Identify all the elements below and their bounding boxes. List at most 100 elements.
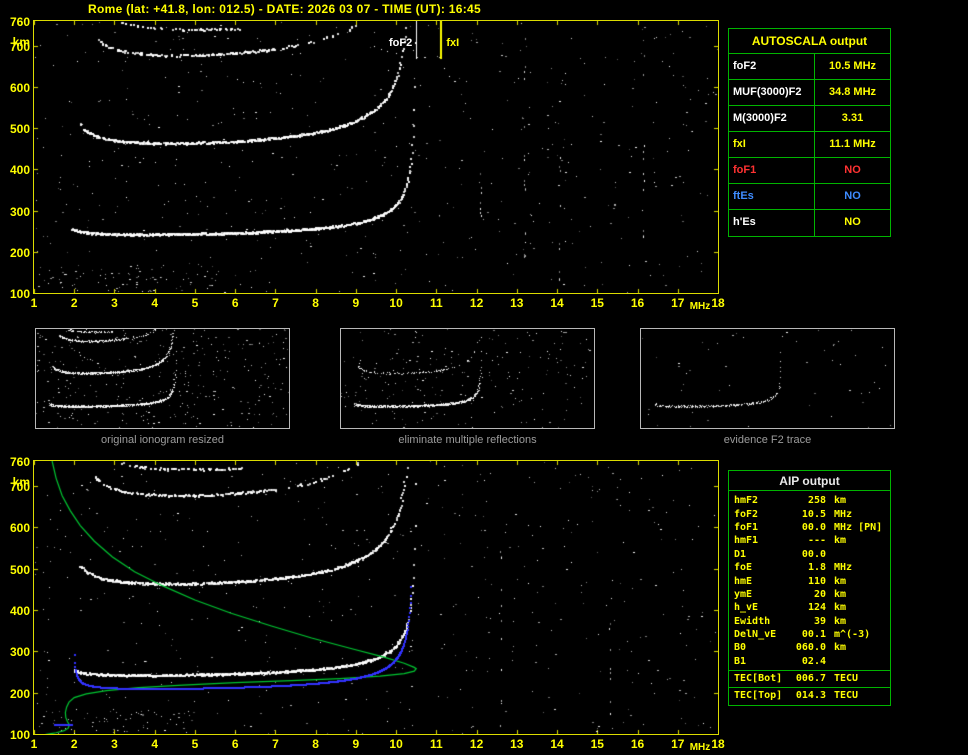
autoscala-row: h'Es NO [729,210,890,236]
aip-table-rows: hmF2 258 km foF2 10.5 MHz foF1 00.0 MHz [PN] hmF1 -… [729,494,890,702]
top-plot-y-tick-label: 760 [9,15,30,29]
bottom-plot-y-tick-label: 760 [9,455,30,469]
aip-parameter-unit: MHz [834,508,853,520]
thumbnail-caption-reflections: eliminate multiple reflections [398,434,537,446]
aip-parameter-value: 02.4 [801,655,826,667]
parameter-name: foF2 [729,54,815,79]
top-plot-x-tick-label: 2 [70,296,78,310]
aip-parameter-value: 1.8 [807,562,826,574]
autoscala-row: M(3000)F2 3.31 [729,106,890,132]
aip-parameter-name: foE [734,562,753,574]
bottom-plot-x-tick-label: 1 [30,737,38,751]
parameter-name: h'Es [729,210,815,236]
aip-row: h_vE 124 km [729,601,890,614]
parameter-value: NO [844,216,861,228]
top-plot-y-tick-label: 500 [9,122,30,137]
aip-parameter-value: 00.0 [801,548,826,560]
ionogram-canvas [34,21,718,293]
thumbnail-original-canvas [36,329,289,428]
parameter-name: fxI [729,132,815,157]
aip-row: B0 060.0 km [729,641,890,654]
bottom-plot-y-tick-label: 400 [9,603,30,618]
top-plot-y-unit-label: km [12,35,30,49]
top-plot-x-tick-label: 13 [510,296,524,310]
aip-parameter-name: foF2 [734,508,759,520]
top-plot-x-tick-label: 7 [272,296,279,310]
autoscala-row: foF2 10.5 MHz [729,54,890,80]
aip-parameter-value: 39 [813,615,826,627]
aip-parameter-unit: km [834,642,847,654]
top-plot-x-tick-label: 1 [30,296,38,310]
aip-row: hmF1 --- km [729,534,890,547]
aip-parameter-value: 060.0 [795,642,826,654]
aip-parameter-name: foF1 [734,521,759,533]
parameter-value: NO [844,190,861,202]
aip-parameter-value: --- [807,535,826,547]
aip-parameter-name: ymE [734,588,753,600]
parameter-name: foF1 [729,158,815,183]
aip-parameter-name: Ewidth [734,615,771,627]
aip-parameter-unit: km [834,535,847,547]
aip-row: hmE 110 km [729,574,890,587]
parameter-name: ftEs [729,184,815,209]
bottom-plot-x-tick-label: 4 [151,737,159,751]
bottom-plot-y-tick-label: 500 [9,562,30,577]
aip-parameter-value: 10.5 [801,508,826,520]
aip-parameter-name: TEC[Top] [734,689,783,701]
aip-row: foF1 00.0 MHz [PN] [729,521,890,534]
bottom-plot-x-unit-label: MHz [689,742,711,753]
aip-parameter-name: B1 [734,655,747,667]
top-plot-y-tick-label: 600 [9,80,30,95]
aip-row: D1 00.0 [729,548,890,561]
aip-parameter-value: 258 [807,495,826,507]
parameter-name: MUF(3000)F2 [729,80,815,105]
thumbnail-f2-trace [640,328,895,429]
top-plot-x-tick-label: 4 [151,296,159,310]
aip-table-header: AIP output [729,471,890,491]
aip-parameter-value: 20 [813,588,826,600]
autoscala-row: fxI 11.1 MHz [729,132,890,158]
aip-row: ymE 20 km [729,588,890,601]
top-plot-x-tick-label: 5 [191,296,199,310]
aip-row: Ewidth 39 km [729,615,890,628]
bottom-plot-x-tick-label: 7 [272,737,279,751]
aip-parameter-name: hmE [734,575,753,587]
aip-parameter-name: D1 [734,548,747,560]
thumbnail-original-ionogram [35,328,290,429]
autoscala-output-table: AUTOSCALA output foF2 10.5 MHz MUF(3000)F2… [728,28,891,237]
bottom-plot-x-tick-label: 8 [312,737,319,751]
bottom-plot-y-tick-label: 300 [9,645,30,660]
bottom-plot-y-tick-label: 600 [9,521,30,536]
bottom-plot-x-tick-label: 5 [191,737,199,751]
aip-parameter-value: 006.7 [795,672,826,684]
bottom-plot-x-tick-label: 12 [469,737,484,751]
bottom-plot-x-tick-label: 16 [630,737,645,751]
aip-parameter-unit: km [834,495,847,507]
top-plot-y-tick-label: 400 [9,163,30,178]
thumbnail-f2-canvas [641,329,894,428]
autoscala-window: Rome (lat: +41.8, lon: 012.5) - DATE: 20… [0,0,968,755]
thumbnail-multiple-reflections [340,328,595,429]
bottom-plot-x-tick-label: 2 [70,737,78,751]
aip-row: TEC[Bot] 006.7 TECU [729,670,890,685]
top-plot-y-tick-label: 300 [9,204,30,219]
aip-parameter-name: B0 [734,642,747,654]
aip-parameter-unit: MHz [834,562,853,574]
aip-parameter-unit: TECU [834,672,859,684]
parameter-value: 3.31 [841,112,864,124]
parameter-value: 10.5 MHz [828,60,877,72]
aip-parameter-value: 124 [807,602,826,614]
aip-row: B1 02.4 [729,655,890,668]
bottom-plot-x-tick-label: 15 [590,737,604,751]
autoscala-row: ftEs NO [729,184,890,210]
autoscala-table-rows: foF2 10.5 MHz MUF(3000)F2 34.8 MHz M(3000)F2… [729,54,890,236]
aip-row: TEC[Top] 014.3 TECU [729,687,890,702]
ionogram-plot: foF2 fxI [33,20,719,294]
bottom-plot-x-tick-label: 10 [389,737,403,751]
parameter-value: NO [844,164,861,176]
top-plot-x-tick-label: 11 [430,296,443,310]
autoscala-row: foF1 NO [729,158,890,184]
aip-parameter-unit: m^(-3) [834,629,871,641]
aip-parameter-value: 00.0 [801,521,826,533]
autoscala-row: MUF(3000)F2 34.8 MHz [729,80,890,106]
